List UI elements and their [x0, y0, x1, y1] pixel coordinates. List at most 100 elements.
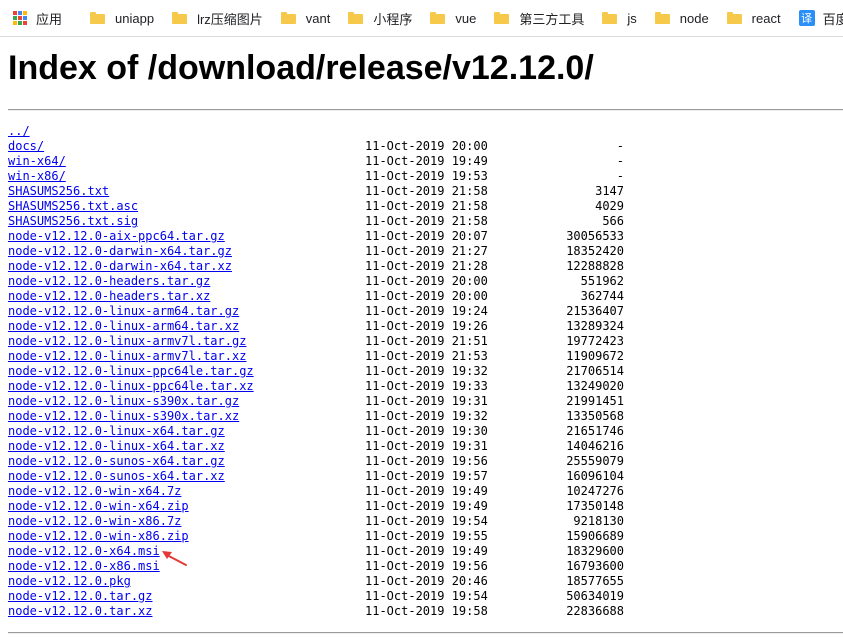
bookmark-js[interactable]: js [590, 4, 642, 32]
file-date: 11-Oct-2019 20:00 [365, 139, 488, 153]
file-date: 11-Oct-2019 19:58 [365, 604, 488, 618]
file-link[interactable]: node-v12.12.0-win-x86.7z [8, 514, 181, 529]
bookmark-label: node [679, 10, 709, 26]
file-link[interactable]: ../ [8, 124, 30, 139]
file-link[interactable]: win-x64/ [8, 154, 66, 169]
file-size: 14046216 [566, 439, 624, 453]
file-link[interactable]: node-v12.12.0-win-x86.zip [8, 529, 189, 544]
file-size: 21536407 [566, 304, 624, 318]
folder-icon [602, 12, 618, 24]
file-size: 18352420 [566, 244, 624, 258]
file-date: 11-Oct-2019 19:33 [365, 379, 488, 393]
folder-icon [280, 12, 296, 24]
file-link[interactable]: node-v12.12.0-headers.tar.gz [8, 274, 210, 289]
file-date: 11-Oct-2019 19:55 [365, 529, 488, 543]
bookmark-baidu-translate[interactable]: 译 百度翻译 [787, 4, 843, 32]
folder-icon [90, 12, 106, 24]
file-size: - [616, 154, 624, 168]
file-date: 11-Oct-2019 21:51 [365, 334, 488, 348]
file-date: 11-Oct-2019 19:57 [365, 469, 488, 483]
bookmark-label: vue [455, 10, 477, 26]
file-link[interactable]: node-v12.12.0-linux-x64.tar.xz [8, 439, 225, 454]
file-date: 11-Oct-2019 20:00 [365, 289, 488, 303]
file-size: 551962 [580, 274, 624, 288]
bookmark-react[interactable]: react [715, 4, 787, 32]
bookmark-apps[interactable]: 应用 [13, 4, 68, 32]
folder-icon [172, 12, 188, 24]
file-size: 12288828 [566, 259, 624, 273]
file-date: 11-Oct-2019 21:58 [365, 184, 488, 198]
file-link[interactable]: node-v12.12.0-linux-s390x.tar.gz [8, 394, 239, 409]
file-link[interactable]: node-v12.12.0-x86.msi [8, 559, 160, 574]
bookmark-thirdparty[interactable]: 第三方工具 [482, 4, 590, 32]
file-date: 11-Oct-2019 19:32 [365, 364, 488, 378]
bookmark-uniapp[interactable]: uniapp [78, 4, 160, 32]
file-link[interactable]: node-v12.12.0-darwin-x64.tar.xz [8, 259, 232, 274]
bookmark-label: js [627, 10, 637, 26]
bookmark-node[interactable]: node [643, 4, 715, 32]
file-date: 11-Oct-2019 21:53 [365, 349, 488, 363]
file-size: 17350148 [566, 499, 624, 513]
file-link[interactable]: node-v12.12.0-sunos-x64.tar.xz [8, 469, 225, 484]
bookmark-lrz[interactable]: lrz压缩图片 [160, 4, 269, 32]
file-link[interactable]: node-v12.12.0-headers.tar.xz [8, 289, 210, 304]
file-link[interactable]: node-v12.12.0-darwin-x64.tar.gz [8, 244, 232, 259]
folder-icon [348, 12, 364, 24]
file-date: 11-Oct-2019 21:27 [365, 244, 488, 258]
red-arrow-annotation [162, 551, 187, 566]
bookmark-vue[interactable]: vue [418, 4, 482, 32]
bookmark-label: 第三方工具 [519, 11, 585, 27]
file-link[interactable]: node-v12.12.0-linux-armv7l.tar.xz [8, 349, 246, 364]
file-date: 11-Oct-2019 20:07 [365, 229, 488, 243]
file-size: 21706514 [566, 364, 624, 378]
file-link[interactable]: node-v12.12.0-linux-ppc64le.tar.xz [8, 379, 254, 394]
file-size: 566 [602, 214, 624, 228]
folder-icon [654, 12, 670, 24]
file-link[interactable]: node-v12.12.0-linux-s390x.tar.xz [8, 409, 239, 424]
file-size: - [616, 169, 624, 183]
file-link[interactable]: docs/ [8, 139, 44, 154]
file-link[interactable]: node-v12.12.0-sunos-x64.tar.gz [8, 454, 225, 469]
bookmark-label: 小程序 [373, 11, 413, 27]
file-date: 11-Oct-2019 21:58 [365, 199, 488, 213]
file-size: 30056533 [566, 229, 624, 243]
file-size: 10247276 [566, 484, 624, 498]
file-date: 11-Oct-2019 19:30 [365, 424, 488, 438]
file-link[interactable]: node-v12.12.0-linux-arm64.tar.xz [8, 319, 239, 334]
file-link[interactable]: node-v12.12.0-linux-arm64.tar.gz [8, 304, 239, 319]
file-link[interactable]: node-v12.12.0-x64.msi [8, 544, 160, 559]
file-link[interactable]: node-v12.12.0-linux-armv7l.tar.gz [8, 334, 246, 349]
file-link[interactable]: node-v12.12.0-win-x64.7z [8, 484, 181, 499]
file-size: 13289324 [566, 319, 624, 333]
file-link[interactable]: SHASUMS256.txt.asc [8, 199, 138, 214]
file-date: 11-Oct-2019 19:49 [365, 484, 488, 498]
file-link[interactable]: node-v12.12.0-win-x64.zip [8, 499, 189, 514]
file-link[interactable]: SHASUMS256.txt.sig [8, 214, 138, 229]
file-size: 16793600 [566, 559, 624, 573]
file-link[interactable]: node-v12.12.0-aix-ppc64.tar.gz [8, 229, 225, 244]
file-size: 50634019 [566, 589, 624, 603]
file-size: 18329600 [566, 544, 624, 558]
file-size: 3147 [595, 184, 624, 198]
file-date: 11-Oct-2019 19:31 [365, 439, 488, 453]
file-link[interactable]: node-v12.12.0-linux-x64.tar.gz [8, 424, 225, 439]
file-link[interactable]: node-v12.12.0-linux-ppc64le.tar.gz [8, 364, 254, 379]
file-size: 21651746 [566, 424, 624, 438]
file-date: 11-Oct-2019 21:28 [365, 259, 488, 273]
bookmark-label: vant [305, 10, 331, 26]
folder-icon [726, 12, 742, 24]
file-link[interactable]: node-v12.12.0.pkg [8, 574, 131, 589]
file-size: 16096104 [566, 469, 624, 483]
file-link[interactable]: node-v12.12.0.tar.gz [8, 589, 153, 604]
file-link[interactable]: SHASUMS256.txt [8, 184, 109, 199]
bookmark-vant[interactable]: vant [269, 4, 337, 32]
file-size: 4029 [595, 199, 624, 213]
file-link[interactable]: win-x86/ [8, 169, 66, 184]
file-date: 11-Oct-2019 19:49 [365, 154, 488, 168]
file-date: 11-Oct-2019 19:26 [365, 319, 488, 333]
file-link[interactable]: node-v12.12.0.tar.xz [8, 604, 153, 619]
file-date: 11-Oct-2019 21:58 [365, 214, 488, 228]
bookmark-miniprogram[interactable]: 小程序 [336, 4, 418, 32]
translate-icon: 译 [798, 10, 815, 26]
divider-top [8, 109, 843, 111]
